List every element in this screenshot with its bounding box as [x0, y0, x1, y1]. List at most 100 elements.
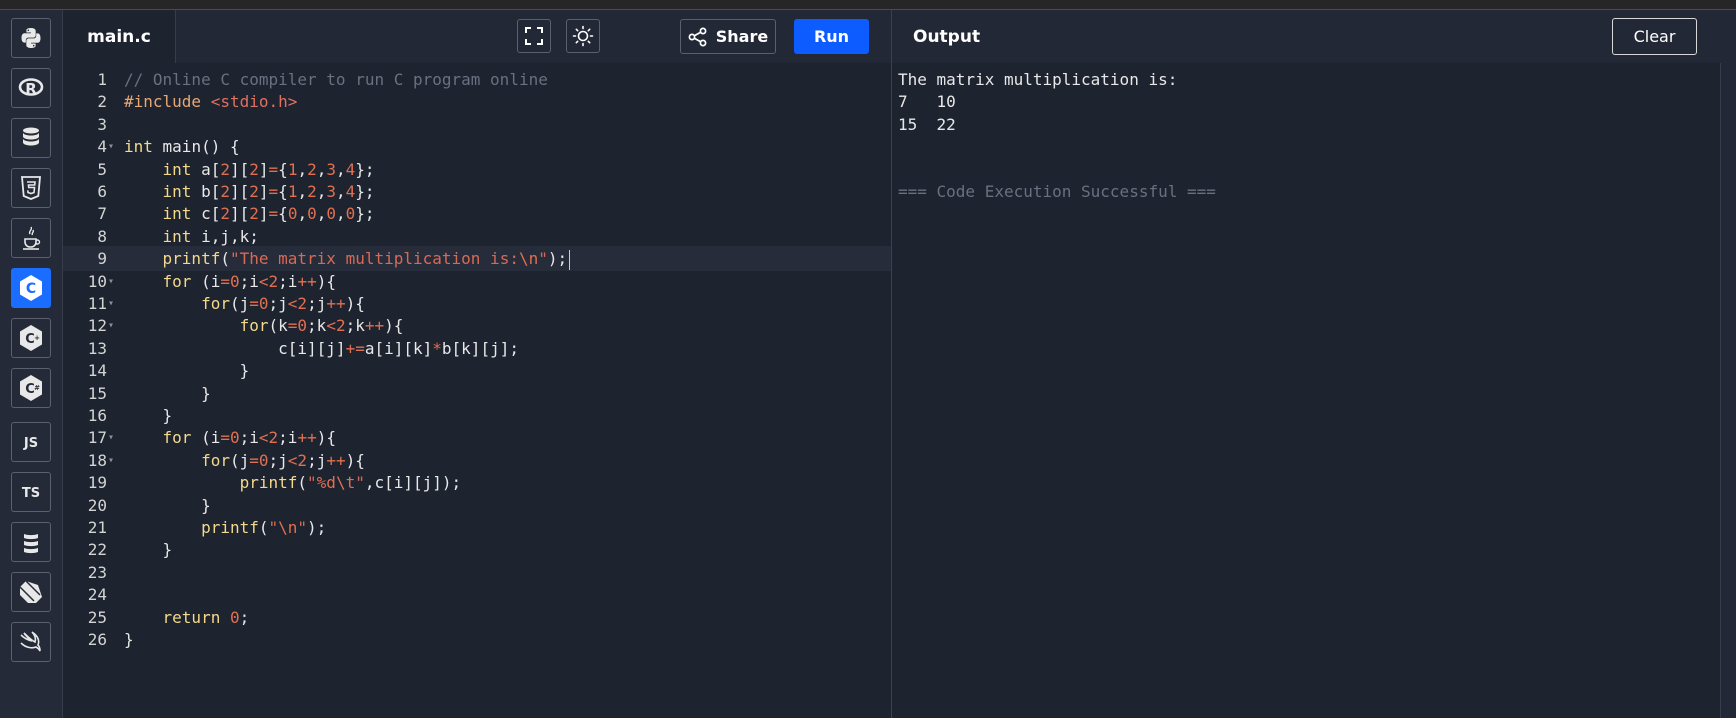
- sidebar-item-python[interactable]: [9, 17, 53, 59]
- code-token: ]: [258, 204, 269, 224]
- theme-toggle-button[interactable]: [566, 19, 600, 53]
- fold-toggle-icon[interactable]: ▾: [108, 134, 118, 159]
- fold-toggle-icon[interactable]: ▾: [108, 269, 118, 294]
- sidebar-item-dart[interactable]: [9, 571, 53, 613]
- code-line[interactable]: 4 ▾ int main() {: [63, 134, 891, 159]
- code-token: printf: [239, 473, 298, 493]
- sidebar-item-sql[interactable]: [9, 117, 53, 159]
- sidebar-item-frame: R: [11, 68, 51, 108]
- code-token: ){: [316, 428, 336, 448]
- share-button[interactable]: Share: [680, 19, 776, 54]
- code-line[interactable]: 26}: [63, 627, 891, 652]
- code-line[interactable]: 24: [63, 582, 891, 607]
- dart-icon: [18, 579, 44, 605]
- fold-toggle-icon[interactable]: ▾: [108, 425, 118, 450]
- code-token: c[: [191, 204, 221, 224]
- code-token: for: [162, 428, 192, 448]
- code-line[interactable]: 17 ▾ for (i=0;i<2;i++){: [63, 425, 891, 450]
- code-line[interactable]: 20 }: [63, 493, 891, 518]
- sidebar-item-frame: [11, 622, 51, 662]
- code-token: for: [201, 294, 230, 313]
- code-token: for: [162, 271, 192, 291]
- run-button[interactable]: Run: [794, 19, 869, 54]
- code-line[interactable]: 15 }: [63, 381, 891, 406]
- code-token: 2: [335, 316, 346, 336]
- code-text: }: [124, 493, 211, 518]
- clear-button[interactable]: Clear: [1612, 18, 1697, 55]
- code-token: (j: [229, 294, 250, 313]
- sidebar-item-csharp[interactable]: C #: [9, 367, 53, 409]
- sidebar-item-c[interactable]: C: [9, 267, 53, 309]
- line-number: 14: [87, 361, 107, 381]
- code-line[interactable]: 6 int b[2][2]={1,2,3,4};: [63, 179, 891, 204]
- code-text: return 0;: [124, 605, 250, 630]
- line-number: 17: [87, 428, 107, 448]
- database-icon: [20, 126, 42, 150]
- code-token: ": [355, 473, 365, 493]
- sidebar-item-r[interactable]: R: [9, 67, 53, 109]
- file-tab-main-c[interactable]: main.c: [63, 10, 176, 63]
- sidebar-item-swift[interactable]: [9, 621, 53, 663]
- sidebar-item-typescript[interactable]: TS: [9, 471, 53, 513]
- code-line[interactable]: 5 int a[2][2]={1,2,3,4};: [63, 157, 891, 182]
- code-text: int b[2][2]={1,2,3,4};: [124, 179, 375, 204]
- sidebar-item-scala[interactable]: [9, 521, 53, 563]
- sidebar-item-cpp[interactable]: C +: [9, 317, 53, 359]
- code-line[interactable]: 1 // Online C compiler to run C program o…: [63, 67, 891, 92]
- fold-toggle-icon[interactable]: ▾: [108, 448, 118, 473]
- code-token: };: [355, 182, 375, 201]
- code-line[interactable]: 2 #include <stdio.h>: [63, 89, 891, 114]
- sidebar-item-javascript[interactable]: JS: [9, 421, 53, 463]
- fold-toggle-icon[interactable]: ▾: [108, 313, 118, 338]
- line-number: 11: [87, 294, 107, 313]
- code-line[interactable]: 11 ▾ for(j=0;j<2;j++){: [63, 291, 891, 316]
- code-line[interactable]: 8 int i,j,k;: [63, 224, 891, 249]
- code-text: for (i=0;i<2;i++){: [124, 425, 336, 450]
- line-number: 13: [87, 338, 107, 358]
- code-line[interactable]: 7 int c[2][2]={0,0,0,0};: [63, 201, 891, 226]
- code-line[interactable]: 3: [63, 112, 891, 137]
- sidebar-item-frame: [11, 18, 51, 58]
- fold-toggle-icon[interactable]: ▾: [108, 291, 118, 316]
- output-scrollbar[interactable]: [1720, 63, 1736, 718]
- code-token: =: [268, 182, 279, 201]
- code-token: ){: [384, 316, 404, 336]
- code-token: a[i][k]: [364, 338, 433, 358]
- code-text: printf("\n");: [124, 515, 326, 540]
- code-line[interactable]: 23: [63, 560, 891, 585]
- code-token: 3: [326, 182, 337, 201]
- code-line[interactable]: 18 ▾ for(j=0;j<2;j++){: [63, 448, 891, 473]
- code-token: 2: [220, 182, 230, 201]
- code-token: (i: [191, 271, 221, 291]
- output-line: 15 22: [898, 114, 956, 134]
- code-token: =: [249, 294, 259, 313]
- code-line[interactable]: 9 printf("The matrix multiplication is:\…: [63, 246, 891, 272]
- code-token: =: [268, 159, 279, 179]
- code-text: }: [124, 403, 173, 428]
- code-text: }: [124, 537, 173, 562]
- code-token: 0: [229, 428, 240, 448]
- sidebar-item-html[interactable]: [9, 167, 53, 209]
- code-line[interactable]: 16 }: [63, 403, 891, 428]
- code-line[interactable]: 10 ▾ for (i=0;i<2;i++){: [63, 269, 891, 294]
- code-line[interactable]: 22 }: [63, 537, 891, 562]
- code-line[interactable]: 19 printf("%d\t",c[i][j]);: [63, 470, 891, 495]
- code-text: }: [124, 358, 250, 383]
- code-line[interactable]: 12 ▾ for(k=0;k<2;k++){: [63, 313, 891, 338]
- code-line[interactable]: 25 return 0;: [63, 605, 891, 630]
- code-line[interactable]: 14 }: [63, 358, 891, 383]
- code-editor[interactable]: 1 // Online C compiler to run C program o…: [63, 63, 891, 718]
- code-token: int: [162, 226, 192, 246]
- fullscreen-button[interactable]: [517, 19, 551, 53]
- code-text: printf("The matrix multiplication is:\n"…: [124, 246, 571, 271]
- sidebar-item-java[interactable]: [9, 217, 53, 259]
- code-line[interactable]: 13 c[i][j]+=a[i][k]*b[k][j];: [63, 336, 891, 361]
- code-line[interactable]: 21 printf("\n");: [63, 515, 891, 540]
- code-token: );: [547, 249, 568, 269]
- code-token: (j: [229, 450, 250, 470]
- code-token: ++: [297, 428, 317, 448]
